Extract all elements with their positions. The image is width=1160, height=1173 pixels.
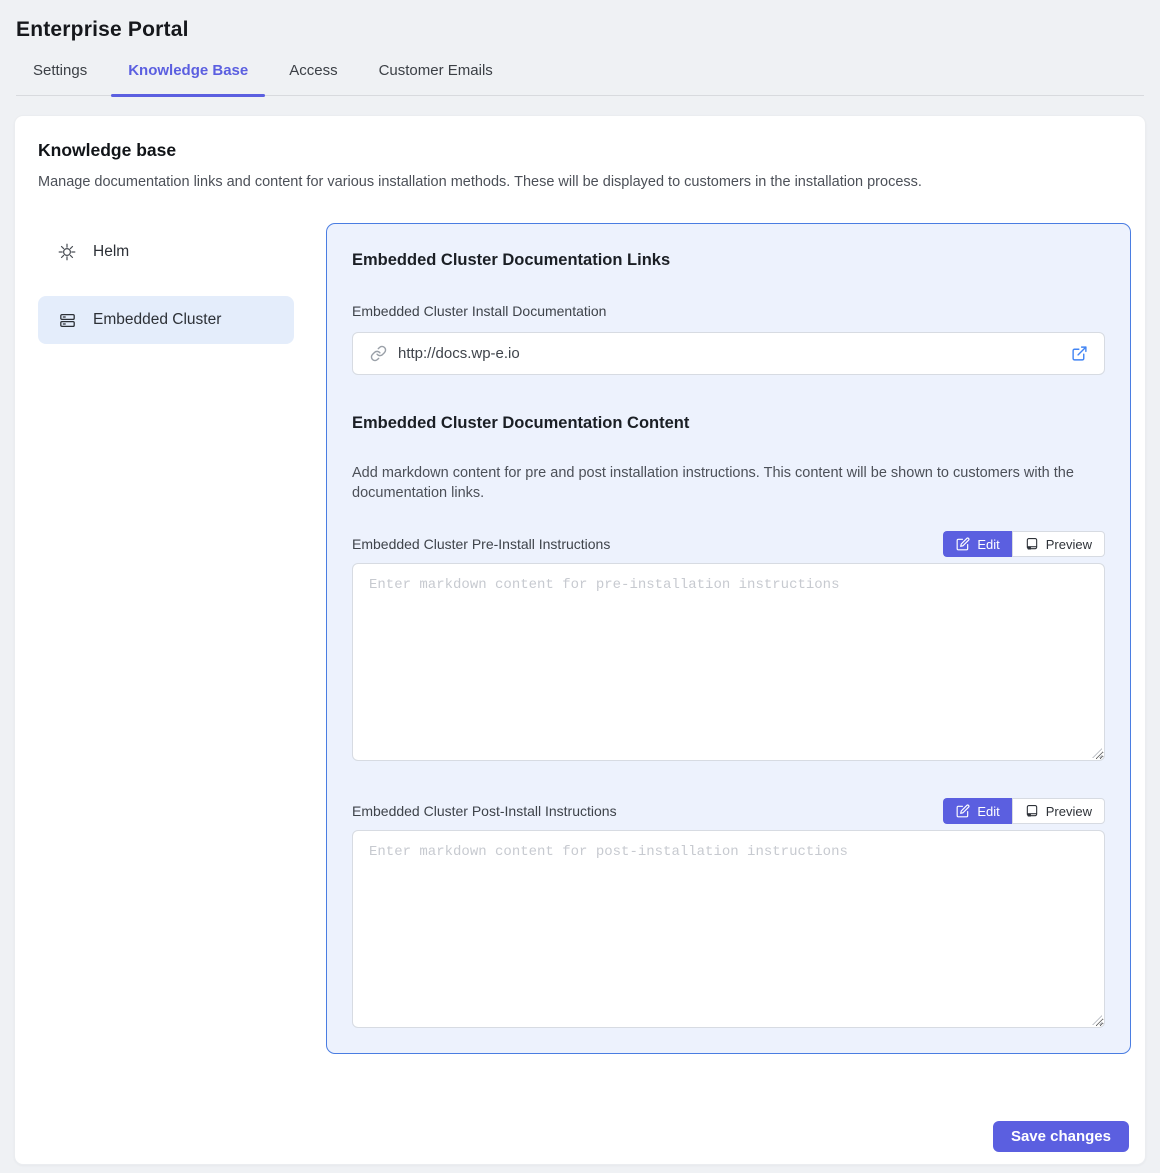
post-install-textarea-wrap [352,830,1105,1028]
pre-install-mode-toggle: Edit Preview [943,531,1105,557]
post-install-preview-button[interactable]: Preview [1012,798,1105,824]
link-icon [369,345,387,362]
tab-knowledge-base[interactable]: Knowledge Base [111,62,265,95]
links-section-heading: Embedded Cluster Documentation Links [352,251,1105,270]
post-install-textarea[interactable] [352,830,1105,1028]
pre-install-preview-button[interactable]: Preview [1012,531,1105,557]
save-changes-button[interactable]: Save changes [993,1121,1129,1152]
post-install-mode-toggle: Edit Preview [943,798,1105,824]
helm-icon [58,243,76,261]
sidebar-item-label: Helm [93,243,129,261]
preview-button-label: Preview [1046,804,1092,819]
post-install-label-row: Embedded Cluster Post-Install Instructio… [352,798,1105,824]
tab-bar: Settings Knowledge Base Access Customer … [16,62,1144,96]
book-icon [1025,804,1039,818]
page-description: Manage documentation links and content f… [38,174,1129,190]
pre-install-textarea-wrap [352,563,1105,761]
app-title: Enterprise Portal [16,18,1144,42]
footer-row: Save changes [38,1121,1129,1152]
pre-install-textarea[interactable] [352,563,1105,761]
sidebar-item-label: Embedded Cluster [93,311,221,329]
page-title: Knowledge base [38,140,1129,161]
content-row: Helm Embedded Cluster Embedded Cluster D… [38,223,1129,1054]
edit-icon [956,804,970,818]
pre-install-edit-button[interactable]: Edit [943,531,1011,557]
preview-button-label: Preview [1046,537,1092,552]
pre-install-label-row: Embedded Cluster Pre-Install Instruction… [352,531,1105,557]
install-doc-input[interactable] [398,345,1060,362]
knowledge-base-card: Knowledge base Manage documentation link… [14,115,1146,1165]
embedded-cluster-panel: Embedded Cluster Documentation Links Emb… [326,223,1131,1054]
tab-access[interactable]: Access [272,62,354,95]
install-method-sidebar: Helm Embedded Cluster [38,223,294,1054]
app-header: Enterprise Portal Settings Knowledge Bas… [0,0,1160,96]
sidebar-item-embedded-cluster[interactable]: Embedded Cluster [38,296,294,344]
post-install-label: Embedded Cluster Post-Install Instructio… [352,803,617,819]
content-section-description: Add markdown content for pre and post in… [352,463,1105,503]
tab-settings[interactable]: Settings [16,62,104,95]
external-link-icon[interactable] [1071,345,1088,362]
edit-button-label: Edit [977,537,999,552]
post-install-edit-button[interactable]: Edit [943,798,1011,824]
sidebar-item-helm[interactable]: Helm [38,228,294,276]
edit-button-label: Edit [977,804,999,819]
install-doc-label: Embedded Cluster Install Documentation [352,303,1105,319]
edit-icon [956,537,970,551]
tab-customer-emails[interactable]: Customer Emails [362,62,510,95]
server-stack-icon [58,312,76,329]
pre-install-label: Embedded Cluster Pre-Install Instruction… [352,536,610,552]
install-doc-input-wrap [352,332,1105,375]
content-section-heading: Embedded Cluster Documentation Content [352,414,1105,433]
book-icon [1025,537,1039,551]
